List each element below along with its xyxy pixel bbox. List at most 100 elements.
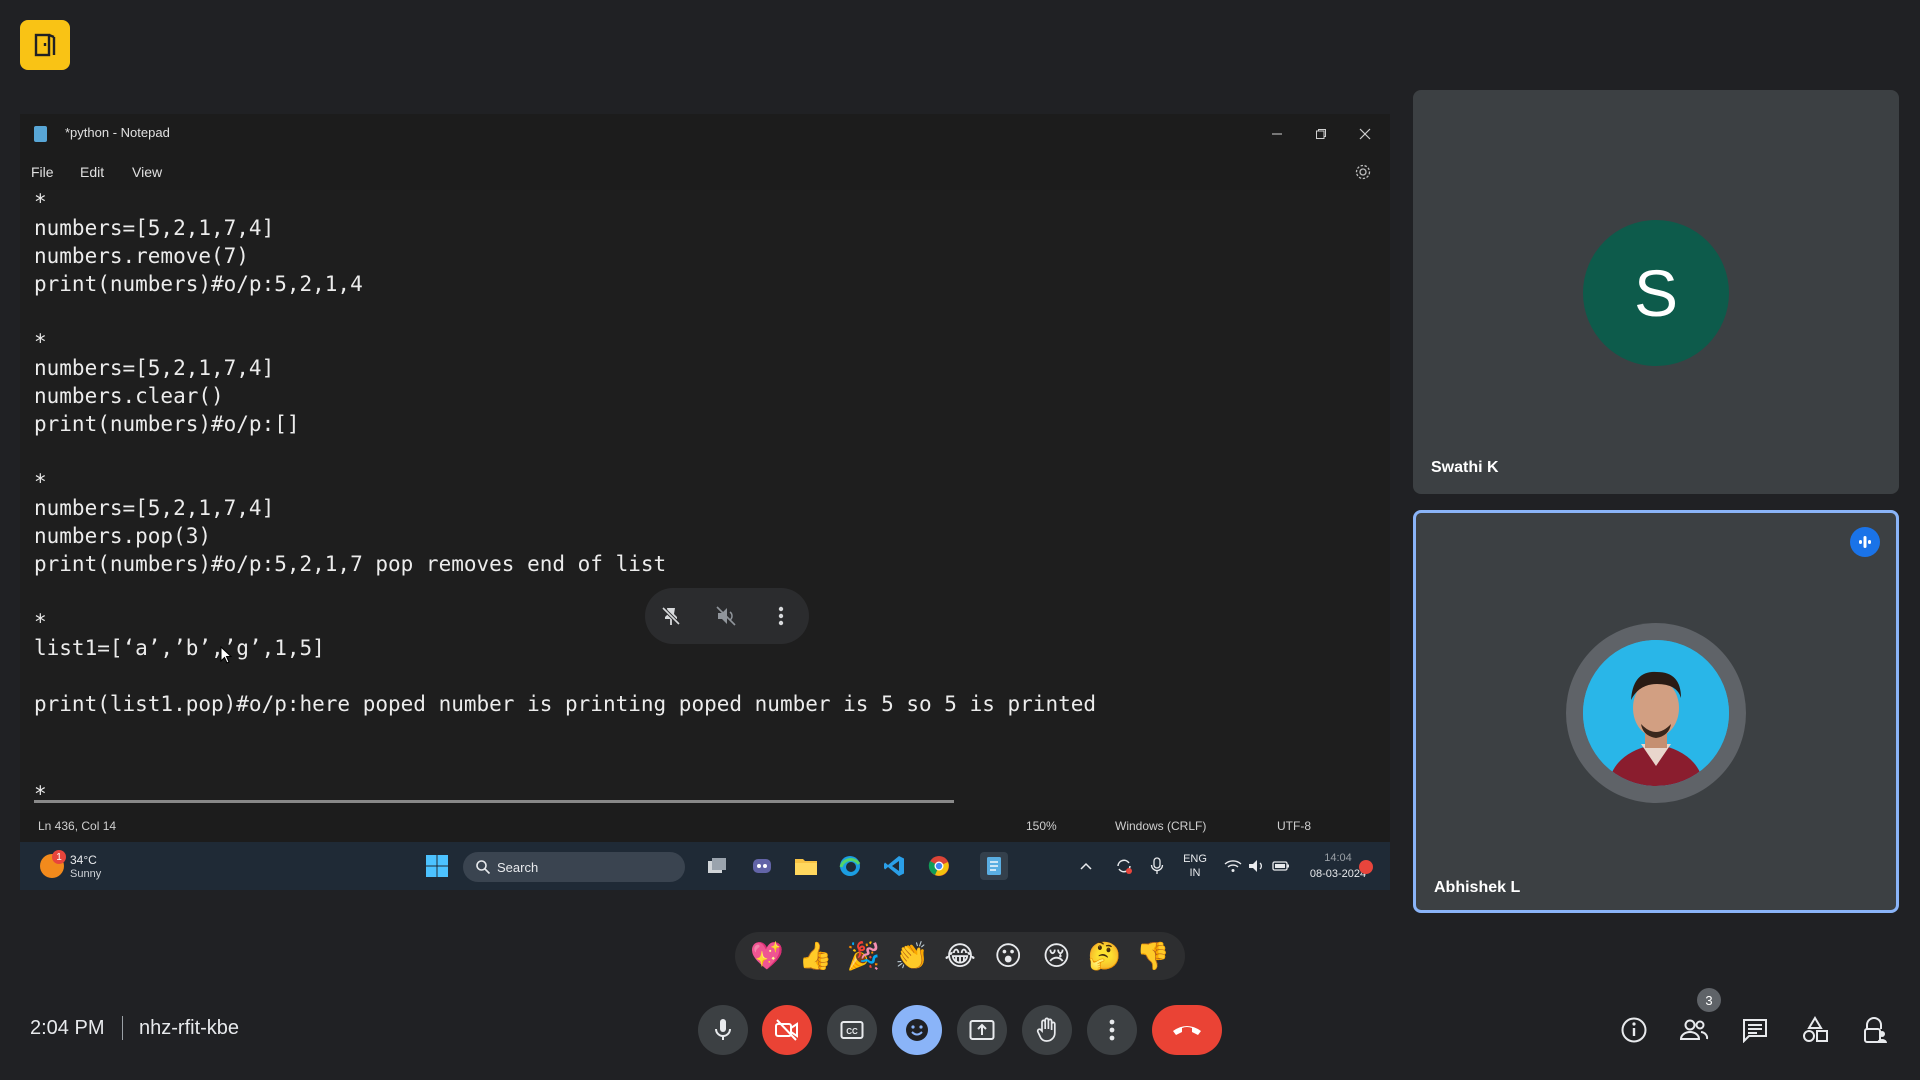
reaction-thinking[interactable]: 🤔	[1085, 940, 1125, 972]
reaction-sad[interactable]: 😢	[1036, 941, 1076, 972]
microphone-tray-icon[interactable]	[1143, 852, 1171, 880]
battery-icon[interactable]	[1267, 852, 1295, 880]
meeting-time: 2:04 PM	[30, 1017, 105, 1039]
file-explorer-icon[interactable]	[792, 852, 820, 880]
microphone-button[interactable]	[698, 1005, 748, 1055]
search-label: Search	[497, 859, 539, 875]
menu-file[interactable]: File	[31, 164, 54, 180]
cursor-position: Ln 436, Col 14	[38, 819, 117, 833]
line-ending: Windows (CRLF)	[1115, 819, 1207, 833]
hand-icon	[1036, 1017, 1056, 1042]
code-line: numbers=[5,2,1,7,4]	[34, 496, 275, 520]
weather-condition: Sunny	[70, 868, 102, 880]
code-line: print(numbers)#o/p:[]	[34, 412, 300, 436]
language-line-2[interactable]: IN	[1180, 867, 1210, 879]
code-line: numbers=[5,2,1,7,4]	[34, 356, 275, 380]
taskbar-search-box[interactable]: Search	[463, 852, 685, 882]
notepad-titlebar: *python - Notepad	[20, 114, 1390, 154]
code-line: print(list1.pop)#o/p:here poped number i…	[34, 692, 1097, 716]
close-icon[interactable]	[1350, 122, 1380, 146]
present-screen-button[interactable]	[957, 1005, 1007, 1055]
app-logo-icon[interactable]	[20, 20, 70, 70]
more-options-icon[interactable]	[767, 602, 795, 630]
weather-badge: 1	[52, 850, 66, 864]
code-line: numbers.pop(3)	[34, 524, 212, 548]
captions-button[interactable]: CC	[827, 1005, 877, 1055]
notepad-editor[interactable]: * numbers=[5,2,1,7,4] numbers.remove(7) …	[20, 190, 1390, 810]
reaction-surprised[interactable]: 😮	[988, 941, 1028, 972]
horizontal-scrollbar[interactable]	[34, 800, 954, 803]
door-icon	[34, 33, 56, 57]
windows-taskbar: 1 34°C Sunny Search ENG IN 14:04 08-03-2…	[20, 842, 1390, 890]
people-icon	[1679, 1019, 1709, 1040]
code-line: numbers.remove(7)	[34, 244, 249, 268]
code-line: *	[34, 470, 47, 494]
meeting-code[interactable]: nhz-rfit-kbe	[139, 1017, 239, 1040]
lock-person-icon	[1864, 1017, 1887, 1043]
leave-call-button[interactable]	[1152, 1005, 1222, 1055]
closed-captions-icon: CC	[840, 1021, 864, 1039]
reaction-heart[interactable]: 💖	[747, 940, 787, 972]
more-options-button[interactable]	[1087, 1005, 1137, 1055]
chevron-up-icon[interactable]	[1072, 852, 1100, 880]
unpin-icon[interactable]	[657, 602, 685, 630]
notepad-taskbar-icon[interactable]	[980, 852, 1008, 880]
teams-chat-icon[interactable]	[748, 852, 776, 880]
raise-hand-button[interactable]	[1022, 1005, 1072, 1055]
info-icon	[1621, 1017, 1647, 1043]
microphone-icon	[715, 1019, 731, 1040]
camera-off-button[interactable]	[762, 1005, 812, 1055]
code-line: numbers.clear()	[34, 384, 224, 408]
task-view-icon[interactable]	[703, 852, 731, 880]
reaction-laugh[interactable]: 😂	[940, 941, 980, 972]
clock-time[interactable]: 14:04	[1318, 852, 1358, 864]
meeting-details-button[interactable]	[1617, 1013, 1651, 1047]
shapes-icon	[1803, 1016, 1828, 1042]
activities-button[interactable]	[1798, 1013, 1832, 1047]
reaction-thumbs-down[interactable]: 👎	[1133, 940, 1173, 972]
shared-screen: *python - Notepad File Edit View * numbe…	[20, 114, 1390, 890]
code-line: print(numbers)#o/p:5,2,1,7 pop removes e…	[34, 552, 667, 576]
camera-off-icon	[775, 1019, 798, 1041]
reactions-button[interactable]	[892, 1005, 942, 1055]
more-vert-icon	[1109, 1019, 1115, 1041]
code-line: *	[34, 190, 47, 214]
code-line: numbers=[5,2,1,7,4]	[34, 216, 275, 240]
chrome-icon[interactable]	[925, 852, 953, 880]
reaction-party[interactable]: 🎉	[844, 940, 884, 972]
minimize-icon[interactable]	[1262, 122, 1292, 146]
mute-tile-icon[interactable]	[712, 602, 740, 630]
hang-up-phone-icon	[1173, 1026, 1201, 1035]
people-button[interactable]	[1677, 1013, 1711, 1047]
code-line: *	[34, 330, 47, 354]
code-line: *	[34, 610, 47, 634]
menu-view[interactable]: View	[132, 164, 162, 180]
notepad-statusbar: Ln 436, Col 14 150% Windows (CRLF) UTF-8	[20, 810, 1390, 842]
language-line-1[interactable]: ENG	[1180, 853, 1210, 865]
menu-edit[interactable]: Edit	[80, 164, 104, 180]
search-icon	[476, 860, 491, 875]
restore-icon[interactable]	[1306, 122, 1336, 146]
profile-photo-icon	[1583, 640, 1729, 786]
participant-tile-active-speaker[interactable]: Abhishek L	[1413, 510, 1899, 913]
host-controls-button[interactable]	[1858, 1013, 1892, 1047]
emoji-icon	[906, 1019, 928, 1041]
notepad-app-icon	[34, 126, 47, 142]
start-windows-icon[interactable]	[423, 852, 451, 880]
reaction-bar: 💖 👍 🎉 👏 😂 😮 😢 🤔 👎	[735, 932, 1185, 980]
chat-button[interactable]	[1738, 1013, 1772, 1047]
notification-dot-icon[interactable]	[1359, 860, 1373, 874]
vscode-icon[interactable]	[880, 852, 908, 880]
sync-icon[interactable]	[1110, 852, 1138, 880]
people-count-badge: 3	[1697, 988, 1721, 1012]
avatar	[1566, 623, 1746, 803]
reaction-clap[interactable]: 👏	[892, 940, 932, 972]
participant-tile[interactable]: S Swathi K	[1413, 90, 1899, 494]
mouse-cursor-icon	[220, 646, 232, 664]
presentation-floating-controls	[645, 588, 809, 644]
divider	[122, 1016, 123, 1040]
settings-gear-icon[interactable]	[1354, 163, 1372, 181]
edge-browser-icon[interactable]	[836, 852, 864, 880]
weather-temperature: 34°C	[70, 853, 97, 867]
reaction-thumbs-up[interactable]: 👍	[795, 940, 835, 972]
